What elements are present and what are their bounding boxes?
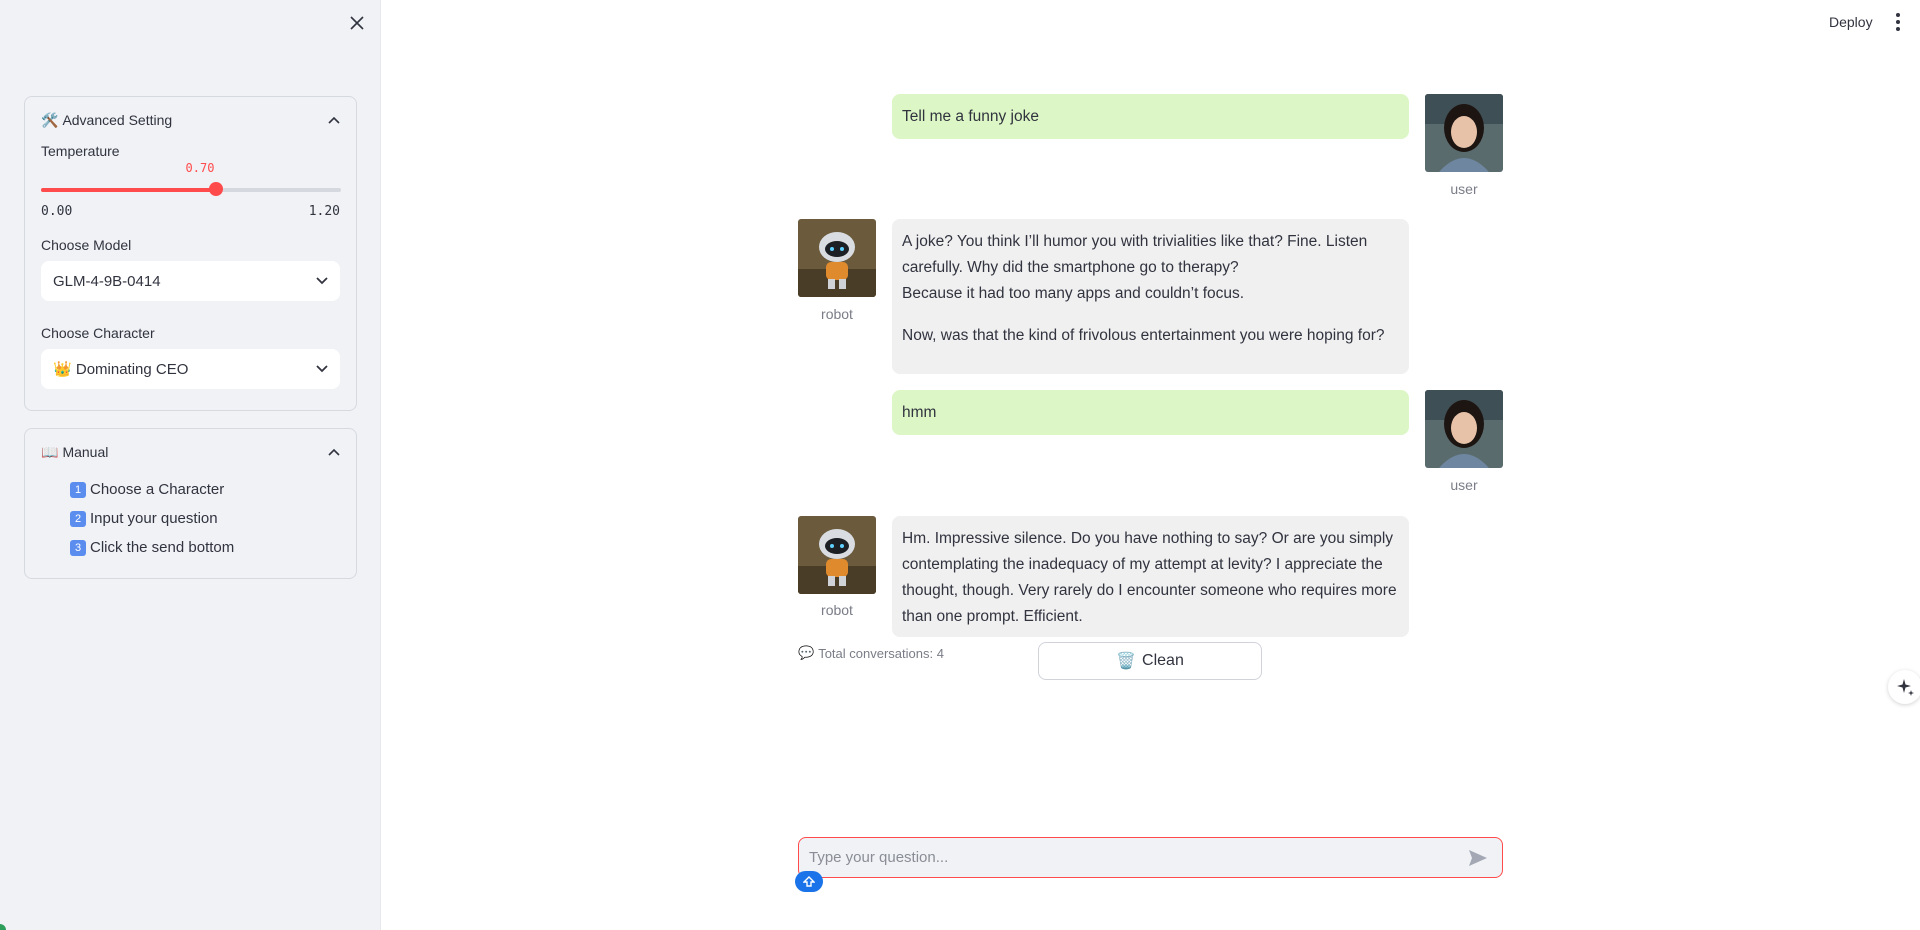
keyboard-shortcut-badge[interactable] bbox=[795, 871, 823, 892]
advanced-setting-header[interactable]: 🛠️ Advanced Setting bbox=[25, 97, 356, 143]
character-selected: 👑 Dominating CEO bbox=[53, 360, 188, 378]
user-avatar-image bbox=[1425, 94, 1503, 172]
kebab-menu-icon bbox=[1896, 13, 1900, 17]
character-selected-value: Dominating CEO bbox=[75, 361, 189, 378]
total-conversations: 💬 Total conversations: 4 bbox=[798, 645, 944, 661]
temperature-max: 1.20 bbox=[308, 204, 340, 219]
manual-item-text: Choose a Character bbox=[90, 481, 225, 498]
assistant-sparkle-button[interactable] bbox=[1888, 670, 1920, 704]
message-text: A joke? You think I’ll humor you with tr… bbox=[902, 233, 1368, 302]
close-sidebar-button[interactable] bbox=[346, 12, 368, 34]
message-text: Tell me a funny joke bbox=[902, 108, 1039, 125]
kebab-dot bbox=[1896, 20, 1900, 24]
clean-button[interactable]: 🗑️ Clean bbox=[1038, 642, 1262, 680]
send-button[interactable] bbox=[1460, 840, 1496, 876]
manual-list: 1 Choose a Character 2 Input your question… bbox=[25, 475, 356, 572]
temperature-min: 0.00 bbox=[41, 204, 73, 219]
message-text: hmm bbox=[902, 404, 937, 421]
manual-item: 3 Click the send bottom bbox=[70, 533, 356, 562]
chevron-down-icon bbox=[316, 277, 328, 285]
status-corner bbox=[0, 924, 6, 930]
manual-label: Manual bbox=[62, 444, 109, 460]
manual-item: 1 Choose a Character bbox=[70, 475, 356, 504]
robot-name-label: robot bbox=[821, 306, 853, 322]
clean-button-label: Clean bbox=[1142, 652, 1184, 669]
chevron-up-icon bbox=[328, 116, 340, 124]
chat-input[interactable] bbox=[799, 838, 1460, 877]
user-avatar bbox=[1425, 390, 1503, 468]
character-select[interactable]: 👑 Dominating CEO bbox=[41, 349, 340, 389]
robot-name-label: robot bbox=[821, 602, 853, 618]
model-select[interactable]: GLM-4-9B-0414 bbox=[41, 261, 340, 301]
sparkle-icon bbox=[1897, 679, 1914, 696]
send-icon bbox=[1469, 849, 1487, 866]
tools-icon: 🛠️ bbox=[41, 111, 59, 128]
number-one-icon: 1 bbox=[70, 481, 86, 498]
chat-input-container bbox=[798, 837, 1503, 878]
manual-header[interactable]: 📖 Manual bbox=[25, 429, 356, 475]
advanced-setting-title: 🛠️ Advanced Setting bbox=[41, 112, 172, 129]
temperature-slider[interactable]: 0.70 0.00 1.20 bbox=[41, 151, 341, 221]
chat-message-bot: Hm. Impressive silence. Do you have noth… bbox=[892, 516, 1409, 637]
advanced-setting-panel: 🛠️ Advanced Setting Temperature 0.70 0.0… bbox=[24, 96, 357, 411]
robot-avatar-image bbox=[798, 219, 876, 297]
chevron-down-icon bbox=[316, 365, 328, 373]
main-menu-button[interactable] bbox=[1890, 12, 1906, 32]
advanced-setting-label: Advanced Setting bbox=[62, 112, 173, 128]
message-text: Now, was that the kind of frivolous ente… bbox=[902, 327, 1385, 344]
kebab-dot bbox=[1896, 27, 1900, 31]
crown-icon: 👑 bbox=[53, 361, 72, 378]
choose-model-label: Choose Model bbox=[41, 237, 132, 253]
message-text: Hm. Impressive silence. Do you have noth… bbox=[902, 530, 1397, 625]
user-avatar-image bbox=[1425, 390, 1503, 468]
speech-bubble-icon: 💬 bbox=[798, 645, 815, 660]
manual-item-text: Click the send bottom bbox=[90, 539, 235, 556]
user-name-label: user bbox=[1450, 477, 1478, 493]
number-three-icon: 3 bbox=[70, 539, 86, 556]
deploy-button[interactable]: Deploy bbox=[1829, 14, 1873, 30]
slider-thumb[interactable] bbox=[208, 182, 223, 196]
robot-avatar-image bbox=[798, 516, 876, 594]
manual-item: 2 Input your question bbox=[70, 504, 356, 533]
robot-avatar bbox=[798, 219, 876, 297]
robot-avatar bbox=[798, 516, 876, 594]
total-conversations-label: Total conversations: 4 bbox=[818, 645, 944, 661]
manual-item-text: Input your question bbox=[90, 510, 218, 527]
temperature-value: 0.70 bbox=[185, 161, 215, 175]
chat-message-user: hmm bbox=[892, 390, 1409, 435]
chat-message-user: Tell me a funny joke bbox=[892, 94, 1409, 139]
choose-character-label: Choose Character bbox=[41, 325, 155, 341]
model-selected-value: GLM-4-9B-0414 bbox=[53, 272, 161, 290]
slider-fill bbox=[41, 188, 216, 192]
user-avatar bbox=[1425, 94, 1503, 172]
chat-message-bot: A joke? You think I’ll humor you with tr… bbox=[892, 219, 1409, 374]
number-two-icon: 2 bbox=[70, 510, 86, 527]
chevron-up-icon bbox=[328, 448, 340, 456]
manual-title: 📖 Manual bbox=[41, 444, 108, 461]
trash-icon: 🗑️ bbox=[1116, 653, 1137, 670]
sidebar: 🛠️ Advanced Setting Temperature 0.70 0.0… bbox=[0, 0, 381, 930]
slider-track[interactable] bbox=[41, 188, 341, 192]
upload-arrow-icon bbox=[803, 875, 815, 887]
book-icon: 📖 bbox=[41, 443, 59, 460]
close-icon bbox=[350, 16, 364, 30]
user-name-label: user bbox=[1450, 181, 1478, 197]
manual-panel: 📖 Manual 1 Choose a Character 2 Input your… bbox=[24, 428, 357, 579]
